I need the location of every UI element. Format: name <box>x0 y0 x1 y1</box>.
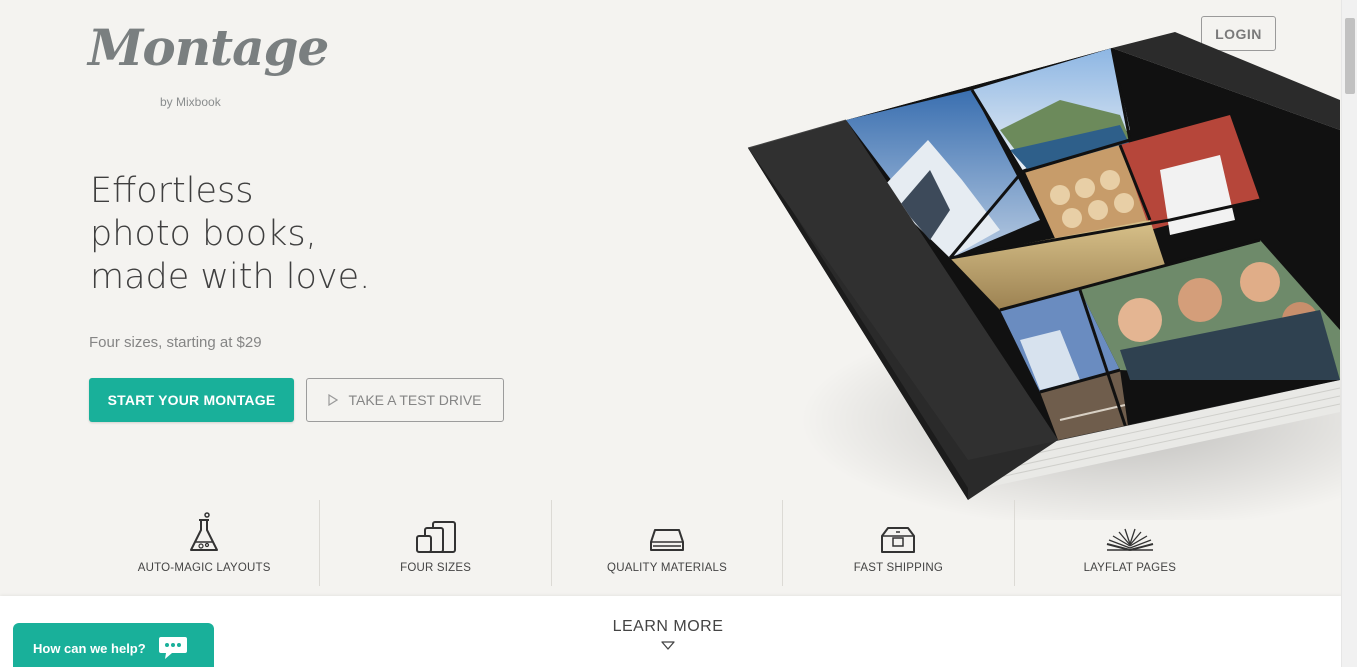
start-montage-button[interactable]: START YOUR MONTAGE <box>89 378 294 422</box>
hero-headline: Effortless photo books, made with love. <box>90 170 490 299</box>
chat-bubble-icon <box>158 637 187 659</box>
chevron-down-icon[interactable] <box>661 641 675 651</box>
feature-label: QUALITY MATERIALS <box>607 562 727 574</box>
feature-fast-shipping: FAST SHIPPING <box>783 500 1015 586</box>
scrollbar-thumb[interactable] <box>1345 18 1355 94</box>
page: Montage by Mixbook LOGIN Effortless phot… <box>0 0 1357 667</box>
feature-label: FOUR SIZES <box>400 562 472 574</box>
photo-book-illustration <box>747 32 1357 530</box>
feature-quality-materials: QUALITY MATERIALS <box>552 500 784 586</box>
hero-photo-book-image <box>700 20 1357 530</box>
play-icon <box>328 394 339 406</box>
open-book-icon <box>1100 510 1160 554</box>
book-stack-icon <box>637 510 697 554</box>
help-chat-button[interactable]: How can we help? <box>13 623 214 667</box>
book-sizes-icon <box>406 510 466 554</box>
logo-subtitle: by Mixbook <box>160 95 221 109</box>
hero-headline-line-2: photo books, <box>90 214 317 254</box>
feature-layflat-pages: LAYFLAT PAGES <box>1015 500 1245 586</box>
feature-label: LAYFLAT PAGES <box>1083 562 1177 574</box>
test-drive-button[interactable]: TAKE A TEST DRIVE <box>306 378 504 422</box>
box-icon <box>868 510 928 554</box>
feature-label: FAST SHIPPING <box>853 562 944 574</box>
logo-wordmark: Montage <box>88 18 329 77</box>
chat-label: How can we help? <box>33 640 146 656</box>
test-drive-label: TAKE A TEST DRIVE <box>348 392 482 408</box>
feature-label: AUTO-MAGIC LAYOUTS <box>137 562 271 574</box>
feature-auto-magic-layouts: AUTO-MAGIC LAYOUTS <box>89 500 321 586</box>
hero-headline-line-1: Effortless <box>90 171 254 211</box>
feature-four-sizes: FOUR SIZES <box>320 500 552 586</box>
features-row: AUTO-MAGIC LAYOUTS FOUR SIZES QUALITY MA… <box>89 500 1245 586</box>
hero-headline-line-3: made with love. <box>90 257 371 297</box>
flask-icon <box>174 510 234 554</box>
montage-logo[interactable]: Montage by Mixbook <box>88 14 329 114</box>
hero-subtitle: Four sizes, starting at $29 <box>89 334 262 351</box>
page-scrollbar[interactable] <box>1341 0 1357 667</box>
